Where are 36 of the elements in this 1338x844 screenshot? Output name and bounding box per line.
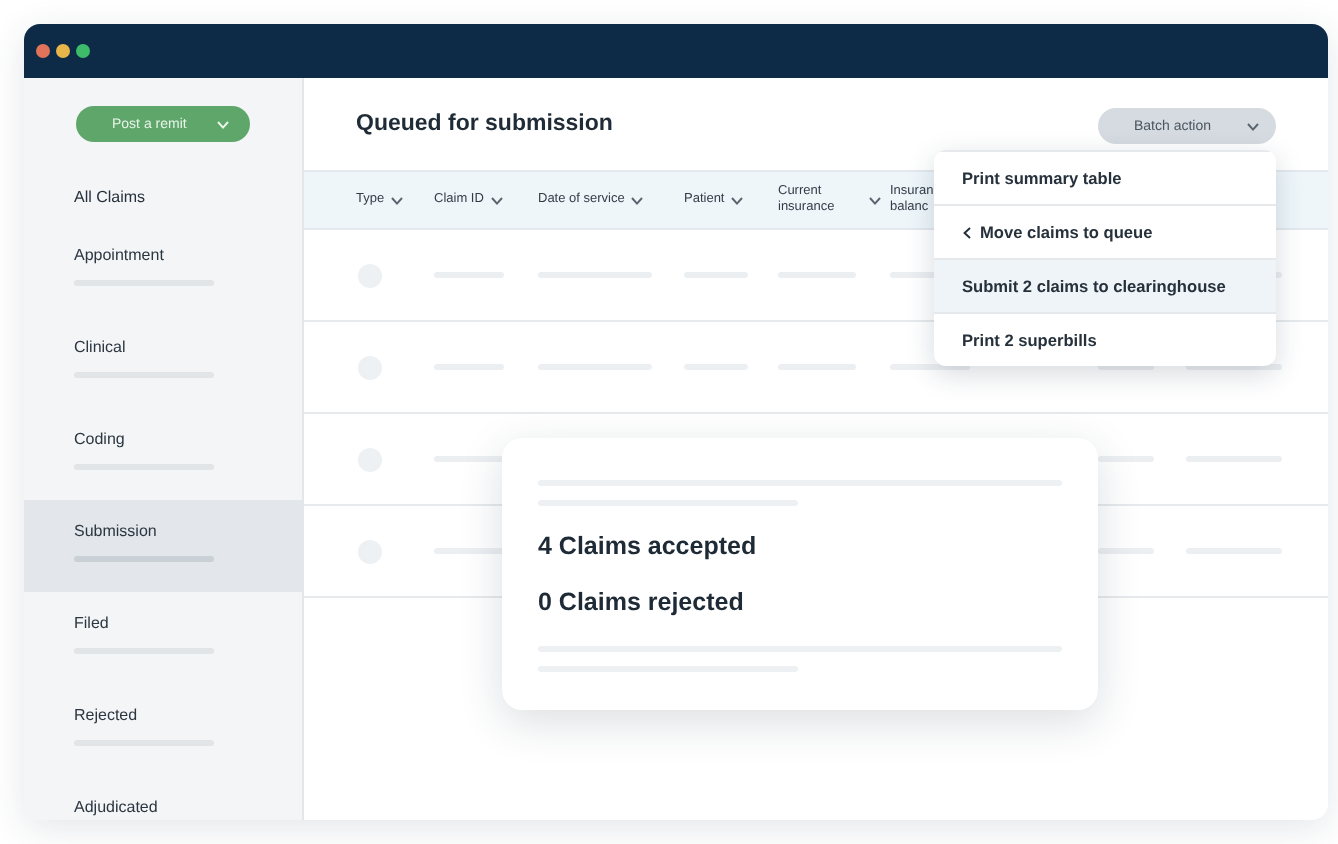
menu-item-label: Move claims to queue [980, 222, 1153, 242]
sidebar-item-label: Adjudicated [74, 798, 160, 816]
page-title: Queued for submission [356, 112, 613, 136]
sidebar-heading[interactable]: All Claims [74, 188, 302, 206]
sidebar-item[interactable]: Rejected [24, 684, 302, 776]
sidebar-item-label: Clinical [74, 338, 128, 356]
chevron-down-icon [630, 195, 645, 205]
window-control-dot[interactable] [36, 44, 50, 58]
chevron-left-icon [962, 225, 972, 239]
chevron-down-icon [216, 119, 230, 129]
sidebar-item-label: Submission [74, 522, 159, 540]
sidebar-item[interactable]: Filed [24, 592, 302, 684]
sidebar-item-label: Filed [74, 614, 111, 632]
sidebar-item[interactable]: Appointment [24, 224, 302, 316]
sidebar-item[interactable]: Clinical [24, 316, 302, 408]
chevron-down-icon [868, 195, 882, 205]
chevron-down-icon [730, 195, 745, 205]
chevron-down-icon [489, 195, 504, 205]
sidebar-item[interactable]: Coding [24, 408, 302, 500]
result-text: 4 Claims accepted [538, 530, 759, 562]
result-text: 0 Claims rejected [538, 586, 746, 618]
sidebar-item[interactable]: Submission [24, 500, 302, 592]
sidebar-item-label: Appointment [74, 246, 166, 264]
window-control-dot[interactable] [56, 44, 70, 58]
chevron-down-icon [1246, 121, 1260, 131]
menu-item-label: Submit 2 claims to clearinghouse [962, 276, 1226, 296]
menu-item-label: Print summary table [962, 168, 1122, 188]
window-control-dot[interactable] [76, 44, 90, 58]
menu-item[interactable]: Submit 2 claims to clearinghouse [934, 258, 1276, 312]
sidebar-item-label: Rejected [74, 706, 140, 724]
chevron-down-icon [390, 195, 405, 205]
menu-item-label: Print 2 superbills [962, 330, 1097, 350]
menu-item[interactable]: Print 2 superbills [934, 312, 1276, 366]
sidebar-item[interactable]: Adjudicated [24, 776, 302, 820]
sidebar-item-label: Coding [74, 430, 127, 448]
menu-item[interactable]: Print summary table [934, 150, 1276, 204]
